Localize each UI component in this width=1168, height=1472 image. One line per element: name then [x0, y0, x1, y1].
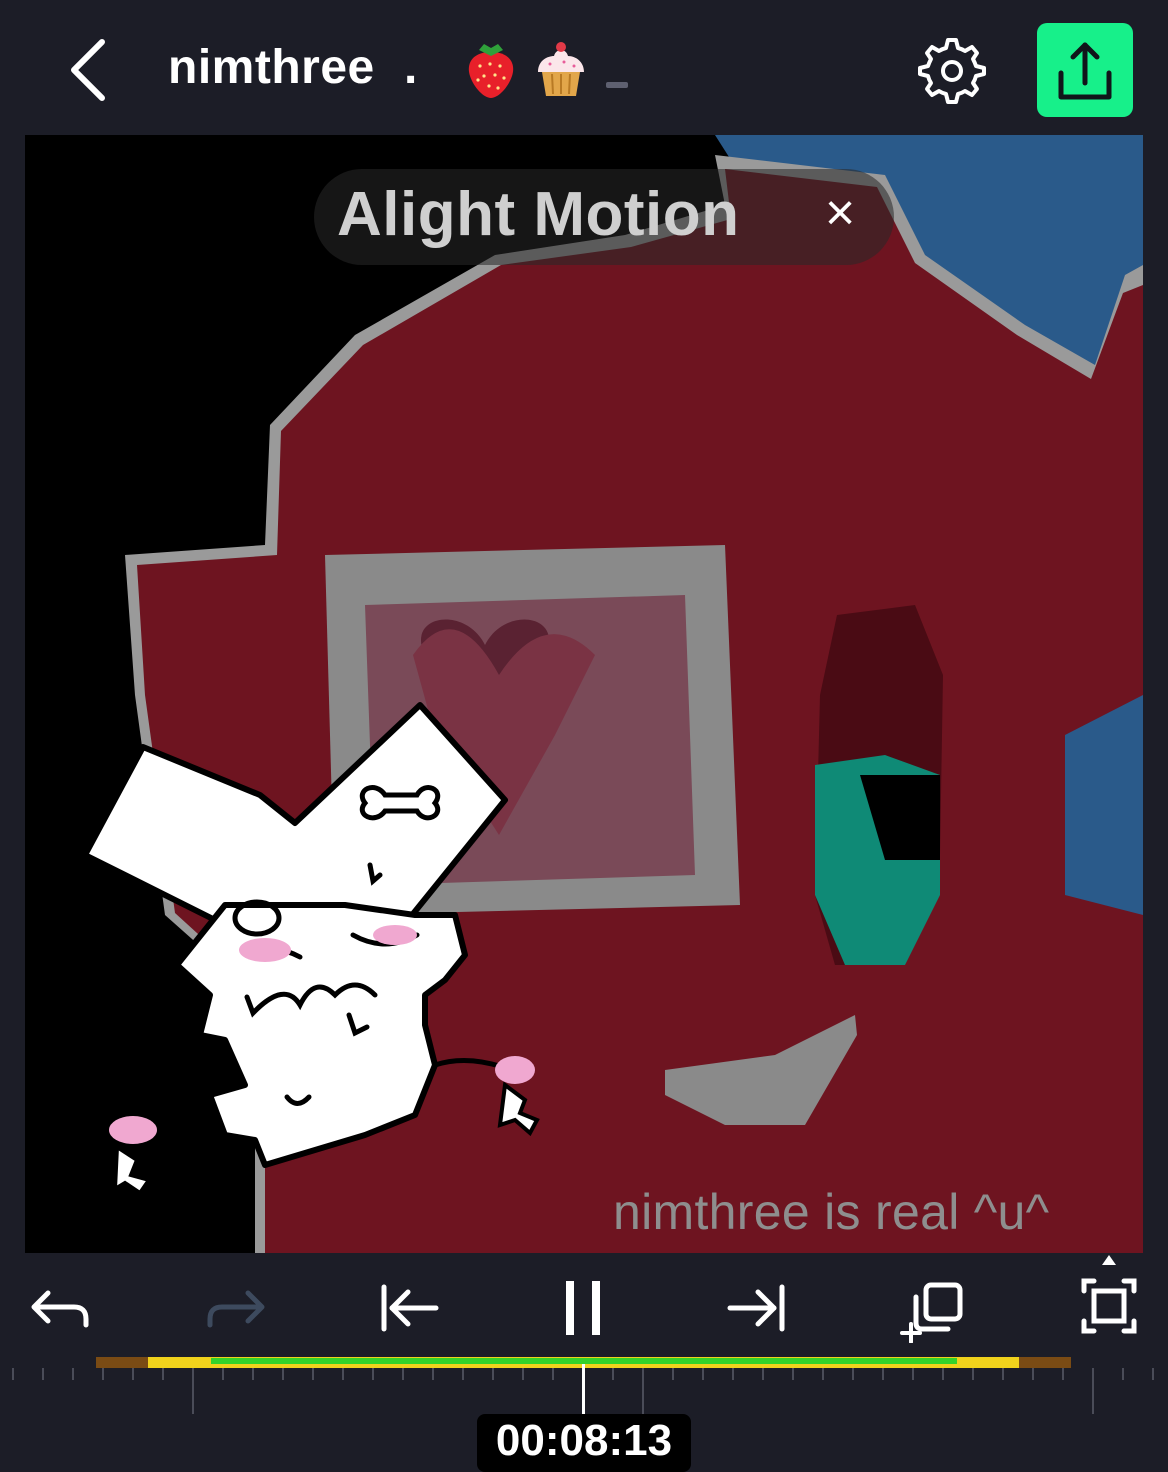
watermark-text: Alight Motion: [337, 180, 740, 249]
preview-artwork: [82, 135, 1143, 1253]
redo-icon[interactable]: [200, 1273, 270, 1343]
pause-icon[interactable]: [548, 1273, 618, 1343]
timecode: 00:08:13: [495, 1416, 673, 1465]
export-button[interactable]: [1037, 23, 1133, 117]
project-title[interactable]: nimthree: [168, 40, 375, 95]
strawberry-emoji: [468, 44, 514, 98]
title-dot: .: [404, 41, 418, 94]
back-icon[interactable]: [62, 34, 122, 106]
add-layer-icon[interactable]: [898, 1273, 968, 1343]
fullscreen-icon[interactable]: [1074, 1253, 1144, 1345]
export-icon: [1058, 42, 1112, 100]
title-cursor: [606, 82, 628, 88]
caption-text: nimthree is real ^u^: [613, 1184, 1050, 1240]
undo-icon[interactable]: [26, 1273, 96, 1343]
cupcake-emoji: [538, 42, 584, 96]
watermark-close-button[interactable]: ×: [820, 187, 860, 239]
video-preview[interactable]: Alight Motion × nimthree is real ^u^: [25, 135, 1143, 1253]
settings-icon[interactable]: [918, 36, 986, 104]
skip-to-start-icon[interactable]: [374, 1273, 444, 1343]
skip-to-end-icon[interactable]: [722, 1273, 792, 1343]
playhead[interactable]: [582, 1364, 585, 1418]
